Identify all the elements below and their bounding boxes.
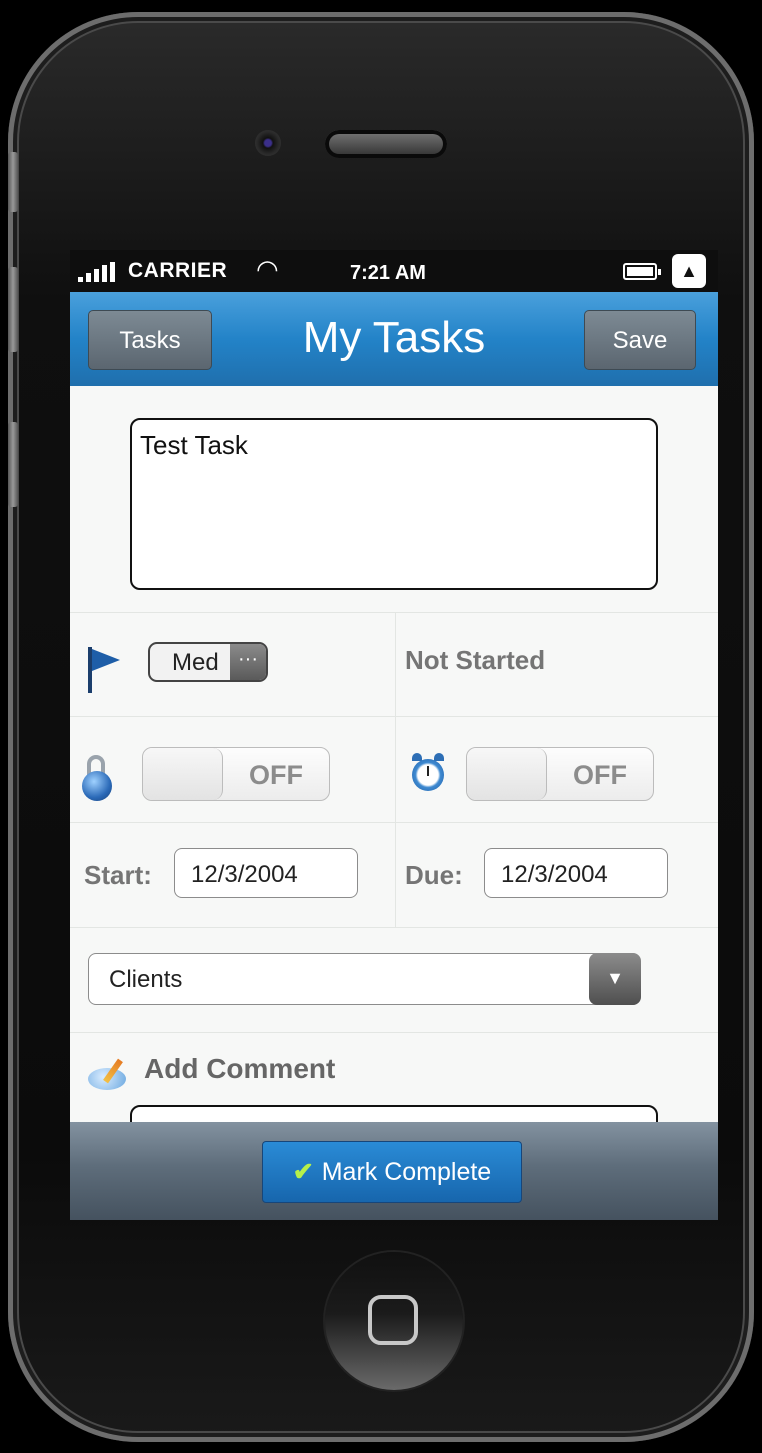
divider (70, 927, 718, 928)
due-date-label: Due: (405, 860, 463, 890)
status-bar: CARRIER ◠ 7:21 AM ▲ (70, 250, 718, 292)
mark-complete-label: Mark Complete (321, 1158, 492, 1186)
earpiece-speaker (325, 130, 447, 158)
status-time: 7:21 AM (350, 262, 426, 284)
arrow-up-icon: ▲ (672, 254, 706, 288)
private-toggle[interactable]: OFF (142, 747, 330, 801)
reminder-toggle[interactable]: OFF (466, 747, 654, 801)
wifi-icon: ◠ (256, 254, 279, 284)
save-button[interactable]: Save (584, 310, 696, 370)
divider (70, 822, 718, 823)
start-date-field[interactable]: 12/3/2004 (174, 848, 358, 898)
flag-icon (88, 647, 120, 693)
start-date-label: Start: (84, 860, 152, 890)
battery-icon (623, 263, 661, 280)
status-text[interactable]: Not Started (405, 645, 545, 676)
nav-bar: Tasks My Tasks Save (70, 292, 718, 386)
due-date-field[interactable]: 12/3/2004 (484, 848, 668, 898)
page-title: My Tasks (302, 313, 486, 362)
volume-down-button (8, 422, 18, 507)
divider (70, 716, 718, 717)
category-select[interactable]: Clients ▼ (88, 953, 641, 1005)
home-square-icon (368, 1295, 418, 1345)
chevron-down-icon[interactable]: ▼ (589, 953, 641, 1005)
mute-switch (8, 152, 18, 212)
carrier-name: CARRIER (128, 259, 228, 282)
priority-picker[interactable]: Med ··· (148, 642, 268, 682)
signal-icon (78, 262, 118, 282)
category-value: Clients (109, 966, 183, 993)
volume-up-button (8, 267, 18, 352)
more-icon: ··· (230, 644, 266, 680)
task-name-input[interactable]: Test Task (130, 418, 658, 590)
priority-value: Med (172, 649, 219, 676)
divider (70, 1032, 718, 1033)
private-toggle-state: OFF (249, 760, 303, 790)
front-camera (255, 130, 281, 156)
mark-complete-button[interactable]: ✔ Mark Complete (262, 1141, 522, 1203)
bottom-toolbar: ✔ Mark Complete (70, 1122, 718, 1220)
check-icon: ✔ (292, 1158, 314, 1186)
divider (70, 612, 718, 613)
reminder-toggle-state: OFF (573, 760, 627, 790)
add-comment-label: Add Comment (144, 1053, 336, 1084)
screen: CARRIER ◠ 7:21 AM ▲ Tasks My Tasks Save … (70, 250, 718, 1220)
comment-icon (88, 1058, 128, 1092)
back-button[interactable]: Tasks (88, 310, 212, 370)
column-divider (395, 612, 396, 927)
alarm-clock-icon (410, 753, 448, 793)
lock-icon (82, 755, 112, 801)
